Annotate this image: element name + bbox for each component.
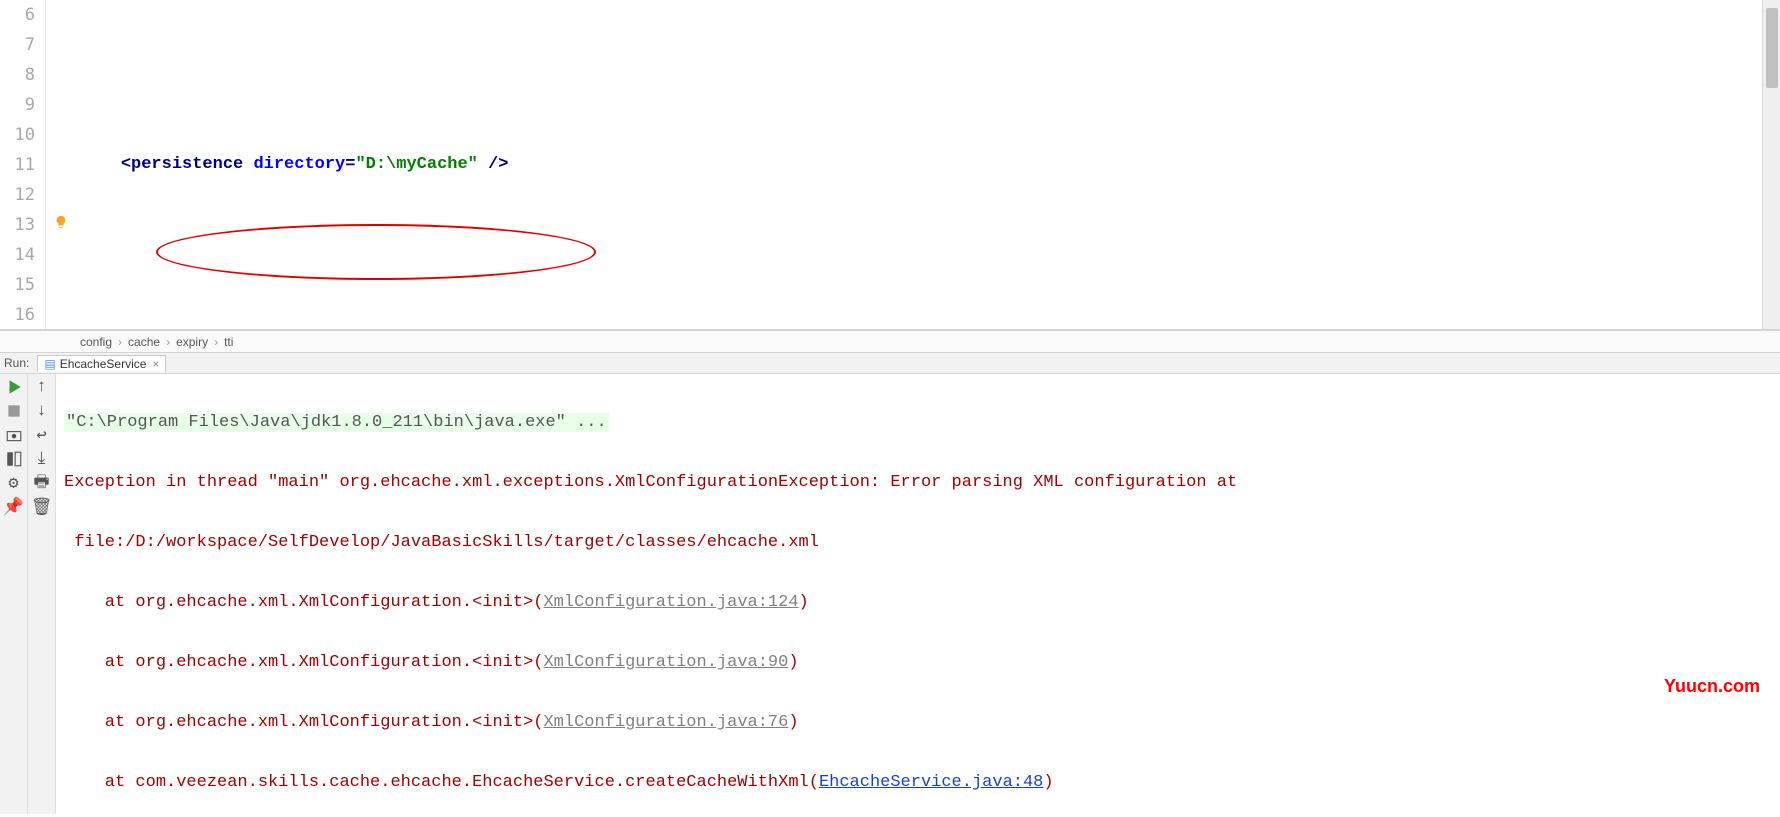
stack-link[interactable]: XmlConfiguration.java:76 bbox=[543, 713, 788, 732]
crumb-config[interactable]: config bbox=[80, 335, 112, 349]
hint-column bbox=[46, 0, 76, 329]
print-icon[interactable]: 🖶 bbox=[33, 474, 51, 492]
run-tab[interactable]: ▤ EhcacheService × bbox=[37, 355, 166, 372]
pin-icon[interactable]: 📌 bbox=[5, 498, 23, 516]
stop-icon[interactable] bbox=[5, 402, 23, 420]
settings-icon[interactable]: ⚙ bbox=[5, 474, 23, 492]
run-toolbar-left: ⚙ 📌 bbox=[0, 374, 28, 814]
breadcrumb[interactable]: config › cache › expiry › tti bbox=[0, 330, 1780, 352]
scroll-icon[interactable]: ⤓ bbox=[33, 450, 51, 468]
command-line: "C:\Program Files\Java\jdk1.8.0_211\bin\… bbox=[64, 413, 609, 432]
editor-scrollbar[interactable] bbox=[1762, 0, 1780, 330]
run-label: Run: bbox=[4, 356, 29, 370]
code-editor[interactable]: 6 7 8 9 10 11 12 13 14 15 16 <persistenc… bbox=[0, 0, 1780, 330]
intention-bulb-icon[interactable] bbox=[54, 215, 68, 229]
layout-icon[interactable] bbox=[5, 450, 23, 468]
watermark: Yuucn.com bbox=[1664, 676, 1760, 697]
stack-link[interactable]: XmlConfiguration.java:90 bbox=[543, 653, 788, 672]
line-gutter: 6 7 8 9 10 11 12 13 14 15 16 bbox=[0, 0, 46, 329]
code-content[interactable]: <persistence directory="D:\myCache" /> <… bbox=[76, 0, 1780, 329]
crumb-cache[interactable]: cache bbox=[128, 335, 160, 349]
wrap-icon[interactable]: ↩ bbox=[33, 426, 51, 444]
close-icon[interactable]: × bbox=[152, 357, 159, 371]
crumb-expiry[interactable]: expiry bbox=[176, 335, 208, 349]
up-icon[interactable]: ↑ bbox=[33, 378, 51, 396]
rerun-icon[interactable] bbox=[5, 378, 23, 396]
stack-link[interactable]: XmlConfiguration.java:124 bbox=[543, 593, 798, 612]
camera-icon[interactable] bbox=[5, 426, 23, 444]
run-toolbar-right: ↑ ↓ ↩ ⤓ 🖶 🗑 bbox=[28, 374, 56, 814]
run-toolwindow-header[interactable]: Run: ▤ EhcacheService × bbox=[0, 352, 1780, 374]
crumb-tti[interactable]: tti bbox=[224, 335, 233, 349]
console-output[interactable]: "C:\Program Files\Java\jdk1.8.0_211\bin\… bbox=[56, 374, 1780, 814]
down-icon[interactable]: ↓ bbox=[33, 402, 51, 420]
trash-icon[interactable]: 🗑 bbox=[33, 498, 51, 516]
stack-link[interactable]: EhcacheService.java:48 bbox=[819, 773, 1043, 792]
exception-line: Exception in thread "main" org.ehcache.x… bbox=[64, 468, 1772, 498]
class-icon: ▤ bbox=[44, 357, 55, 371]
